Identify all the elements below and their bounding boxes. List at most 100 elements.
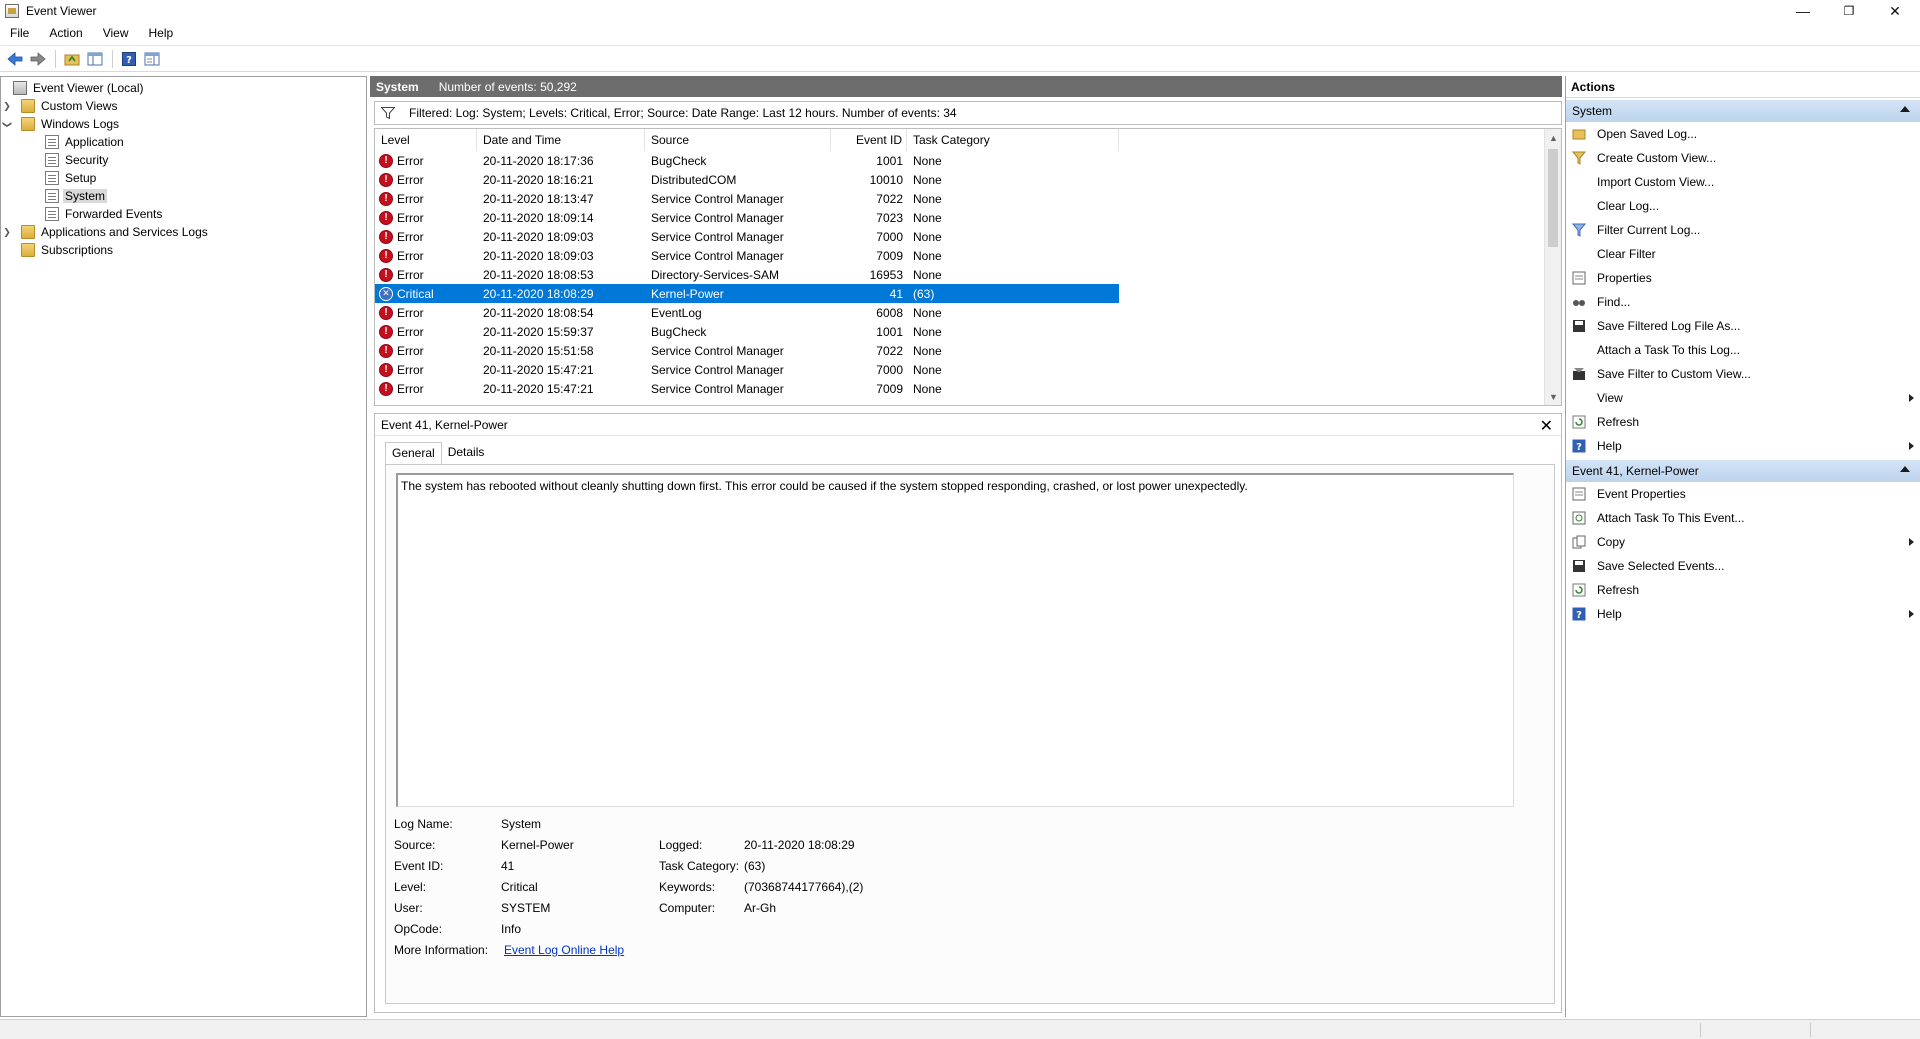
menu-action[interactable]: Action <box>39 24 92 42</box>
table-row[interactable]: ! Error 20-11-2020 18:08:53 Directory-Servi… <box>375 265 1119 284</box>
collapse-arrow-icon[interactable] <box>1900 466 1910 472</box>
action-view[interactable]: View <box>1566 386 1920 410</box>
cell-event-id: 7000 <box>876 362 903 377</box>
scroll-up-icon[interactable]: ▲ <box>1545 129 1561 146</box>
back-arrow-icon[interactable] <box>4 49 26 69</box>
close-icon[interactable]: ✕ <box>1540 416 1553 436</box>
table-row[interactable]: ! Error 20-11-2020 18:09:03 Service Control… <box>375 246 1119 265</box>
menu-file[interactable]: File <box>0 24 39 42</box>
actions-section-system[interactable]: System <box>1566 100 1920 122</box>
window-title: Event Viewer <box>26 4 97 18</box>
action-help[interactable]: ? Help <box>1566 602 1920 626</box>
action-attach-a-task-to-this-log[interactable]: Attach a Task To this Log... <box>1566 338 1920 362</box>
tab-general[interactable]: General <box>385 442 442 464</box>
cell-level: Error <box>397 210 424 225</box>
table-row[interactable]: ! Error 20-11-2020 18:08:54 EventLog 6008 Non… <box>375 303 1119 322</box>
event-log-online-help-link[interactable]: Event Log Online Help <box>504 943 624 957</box>
minimize-button[interactable]: — <box>1780 0 1826 22</box>
table-row[interactable]: ! Error 20-11-2020 18:17:36 BugCheck 1001 Non… <box>375 151 1119 170</box>
tree-item-windows-logs[interactable]: ❯ Windows Logs <box>1 115 366 133</box>
restore-button[interactable]: ❐ <box>1826 0 1872 22</box>
action-filter-current-log[interactable]: Filter Current Log... <box>1566 218 1920 242</box>
event-description[interactable]: The system has rebooted without cleanly … <box>396 473 1514 807</box>
column-header-level[interactable]: Level <box>375 129 477 151</box>
help-icon[interactable]: ? <box>118 49 140 69</box>
tree-item-setup[interactable]: Setup <box>1 169 366 187</box>
scrollbar-thumb[interactable] <box>1548 149 1558 247</box>
tree-item-security[interactable]: Security <box>1 151 366 169</box>
action-clear-filter[interactable]: Clear Filter <box>1566 242 1920 266</box>
action-event-properties[interactable]: Event Properties <box>1566 482 1920 506</box>
user-label: User: <box>394 901 423 915</box>
table-row[interactable]: ! Error 20-11-2020 18:13:47 Service Control… <box>375 189 1119 208</box>
cell-level-wrap: ! Error <box>375 210 477 225</box>
action-label: Find... <box>1597 295 1631 309</box>
action-label: Attach a Task To this Log... <box>1597 343 1740 357</box>
properties-pane-icon[interactable] <box>141 49 163 69</box>
table-row[interactable]: ! Error 20-11-2020 15:59:37 BugCheck 1001 Non… <box>375 322 1119 341</box>
show-hide-tree-icon[interactable] <box>84 49 106 69</box>
tree-item-custom-views[interactable]: ❯ Custom Views <box>1 97 366 115</box>
table-row[interactable]: ! Error 20-11-2020 18:09:14 Service Control… <box>375 208 1119 227</box>
action-refresh[interactable]: Refresh <box>1566 578 1920 602</box>
action-refresh[interactable]: Refresh <box>1566 410 1920 434</box>
action-properties[interactable]: Properties <box>1566 266 1920 290</box>
tree-item-subscriptions[interactable]: Subscriptions <box>1 241 366 259</box>
forward-arrow-icon[interactable] <box>27 49 49 69</box>
close-button[interactable]: ✕ <box>1872 0 1918 22</box>
column-header-task-category[interactable]: Task Category <box>907 129 1119 151</box>
table-row[interactable]: ! Error 20-11-2020 18:09:03 Service Control… <box>375 227 1119 246</box>
menu-view[interactable]: View <box>93 24 139 42</box>
table-row[interactable]: ✕ Critical 20-11-2020 18:08:29 Kernel-Power… <box>375 284 1119 303</box>
cell-datetime: 20-11-2020 15:51:58 <box>483 343 594 358</box>
action-copy[interactable]: Copy <box>1566 530 1920 554</box>
action-save-filter-to-custom-view[interactable]: Save Filter to Custom View... <box>1566 362 1920 386</box>
collapse-arrow-icon[interactable]: ❯ <box>2 118 13 130</box>
refresh-icon <box>1571 582 1587 598</box>
table-row[interactable]: ! Error 20-11-2020 18:16:21 DistributedCOM 1… <box>375 170 1119 189</box>
action-save-filtered-log-file-as[interactable]: Save Filtered Log File As... <box>1566 314 1920 338</box>
tree-item-forwarded-events[interactable]: Forwarded Events <box>1 205 366 223</box>
action-label: Filter Current Log... <box>1597 223 1701 237</box>
scroll-down-icon[interactable]: ▼ <box>1545 388 1561 405</box>
column-header-source[interactable]: Source <box>645 129 831 151</box>
tab-details[interactable]: Details <box>442 442 491 464</box>
expand-arrow-icon[interactable]: ❯ <box>1 101 13 112</box>
cell-level: Error <box>397 267 424 282</box>
action-clear-log[interactable]: Clear Log... <box>1566 194 1920 218</box>
collapse-arrow-icon[interactable] <box>1900 106 1910 112</box>
events-scrollbar[interactable]: ▲ ▼ <box>1544 129 1561 405</box>
action-label: Save Filtered Log File As... <box>1597 319 1741 333</box>
table-row[interactable]: ! Error 20-11-2020 15:47:21 Service Control… <box>375 360 1119 379</box>
actions-pane: Actions System Open Saved Log... Create C… <box>1565 76 1920 1017</box>
tree-item-label: Applications and Services Logs <box>41 225 208 239</box>
menu-help[interactable]: Help <box>139 24 184 42</box>
cell-datetime: 20-11-2020 18:09:03 <box>483 229 594 244</box>
table-row[interactable]: ! Error 20-11-2020 15:51:58 Service Control… <box>375 341 1119 360</box>
event-id-value: 41 <box>501 859 515 873</box>
cell-datetime: 20-11-2020 18:16:21 <box>483 172 594 187</box>
column-header-date-time[interactable]: Date and Time <box>477 129 645 151</box>
events-table[interactable]: Level Date and Time Source Event ID Task… <box>374 128 1562 406</box>
column-header-event-id[interactable]: Event ID <box>831 129 907 151</box>
action-open-saved-log[interactable]: Open Saved Log... <box>1566 122 1920 146</box>
action-help[interactable]: ? Help <box>1566 434 1920 458</box>
level-value: Critical <box>501 880 538 894</box>
tree-item-label: Forwarded Events <box>65 207 163 221</box>
action-save-selected-events[interactable]: Save Selected Events... <box>1566 554 1920 578</box>
folder-up-icon[interactable] <box>61 49 83 69</box>
submenu-arrow-icon <box>1909 538 1914 546</box>
tree-item-application[interactable]: Application <box>1 133 366 151</box>
tree-item-applications-and-services-logs[interactable]: ❯ Applications and Services Logs <box>1 223 366 241</box>
cell-event-id: 1001 <box>876 153 903 168</box>
expand-arrow-icon[interactable]: ❯ <box>1 227 13 238</box>
action-create-custom-view[interactable]: Create Custom View... <box>1566 146 1920 170</box>
table-row[interactable]: ! Error 20-11-2020 15:47:21 Service Control… <box>375 379 1119 398</box>
tree-item-system[interactable]: System <box>1 187 366 205</box>
cell-task: None <box>913 324 942 339</box>
tree-item-event-viewer-local[interactable]: Event Viewer (Local) <box>1 79 366 97</box>
actions-section-event[interactable]: Event 41, Kernel-Power <box>1566 460 1920 482</box>
action-import-custom-view[interactable]: Import Custom View... <box>1566 170 1920 194</box>
action-attach-task-to-this-event[interactable]: Attach Task To This Event... <box>1566 506 1920 530</box>
action-find[interactable]: Find... <box>1566 290 1920 314</box>
